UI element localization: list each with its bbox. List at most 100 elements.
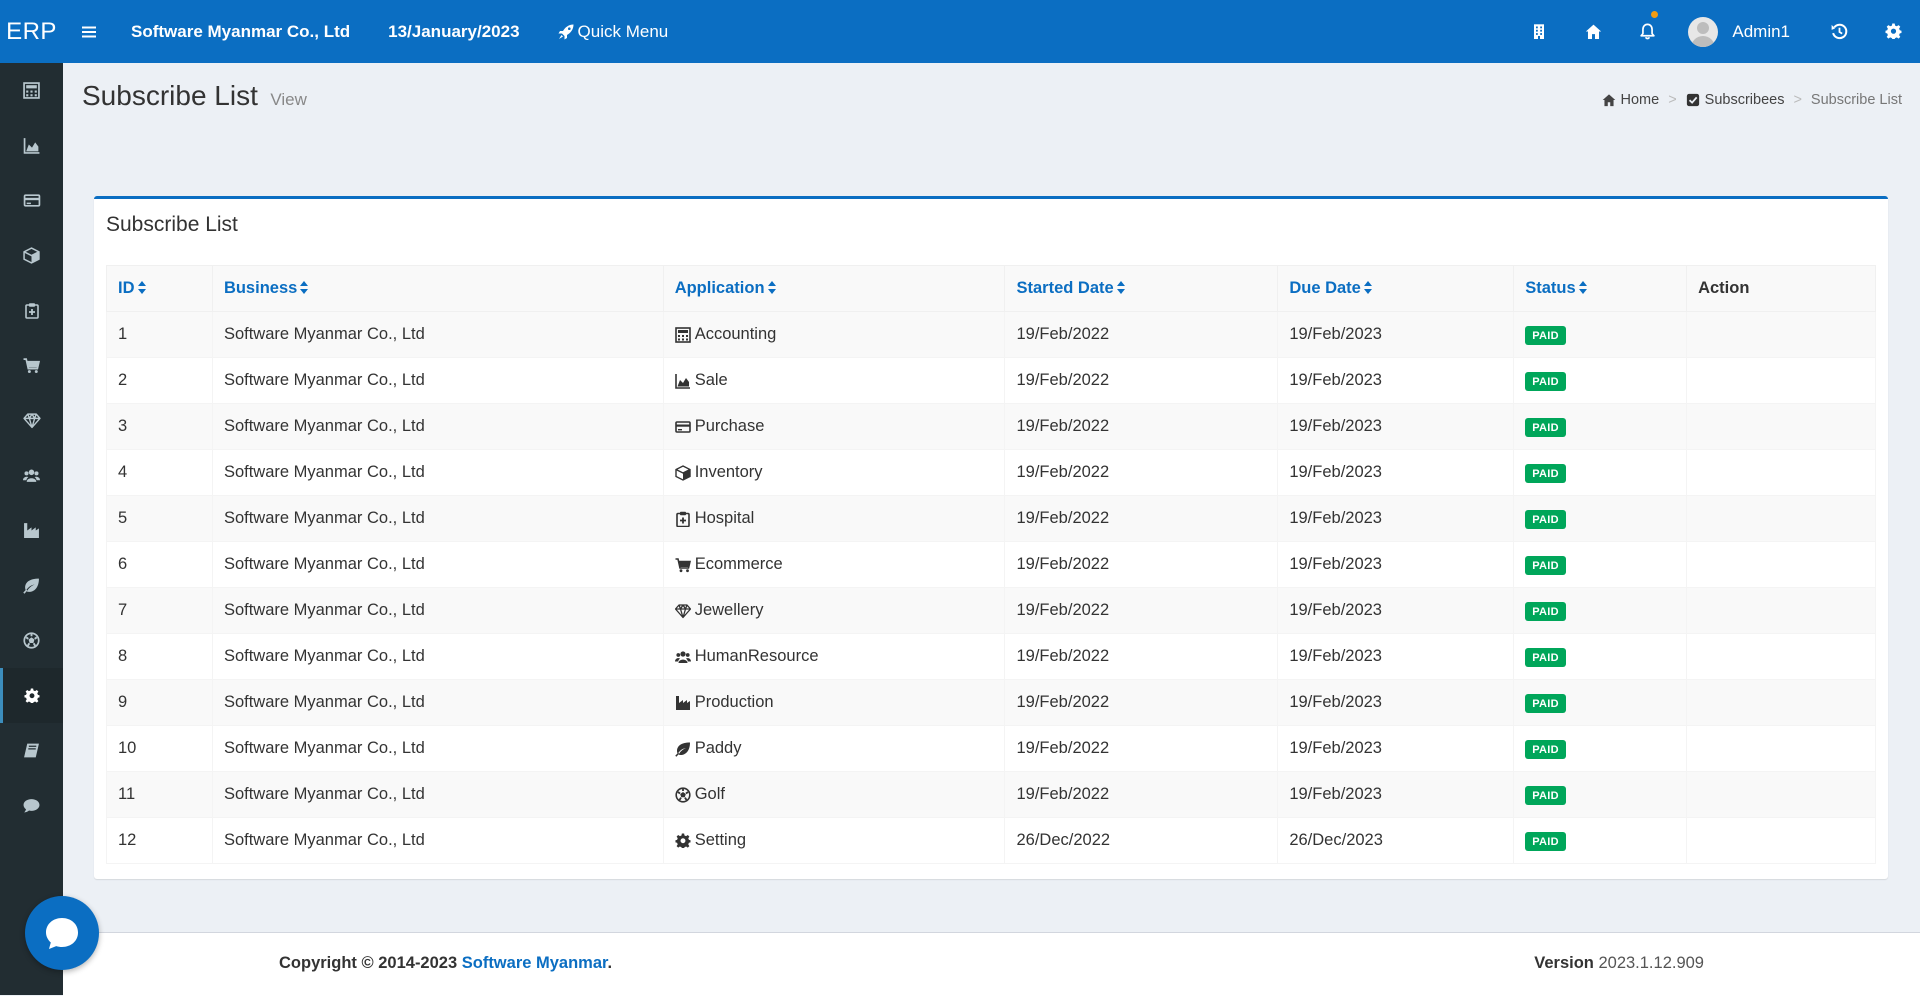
cell-business: Software Myanmar Co., Ltd bbox=[211, 541, 664, 588]
sidebar bbox=[0, 63, 63, 995]
cell-action bbox=[1686, 679, 1876, 726]
box-title: Subscribe List bbox=[106, 213, 238, 236]
status-badge: PAID bbox=[1525, 601, 1566, 621]
sidebar-item-paddy[interactable] bbox=[0, 558, 63, 613]
cell-started-date: 19/Feb/2022 bbox=[1004, 357, 1279, 404]
cell-action bbox=[1686, 633, 1876, 680]
soccer-ball-icon bbox=[23, 632, 40, 649]
cell-started-date: 19/Feb/2022 bbox=[1004, 587, 1279, 634]
sidebar-item-jewellery[interactable] bbox=[0, 393, 63, 448]
gear-icon bbox=[24, 688, 40, 704]
cell-id: 5 bbox=[106, 495, 213, 542]
table-row: 12 Software Myanmar Co., Ltd Setting 26/Dec… bbox=[106, 817, 1876, 864]
sort-icon bbox=[1363, 281, 1373, 294]
cell-id: 1 bbox=[106, 311, 213, 358]
cart-icon bbox=[23, 357, 40, 374]
cell-application: Golf bbox=[662, 771, 1006, 818]
clipboard-icon bbox=[24, 302, 40, 319]
cell-id: 3 bbox=[106, 403, 213, 450]
sidebar-item-hospital[interactable] bbox=[0, 283, 63, 338]
cell-started-date: 19/Feb/2022 bbox=[1004, 725, 1279, 772]
history-icon[interactable] bbox=[1812, 0, 1866, 63]
column-header-business[interactable]: Business bbox=[211, 265, 664, 312]
building-icon[interactable] bbox=[1512, 0, 1566, 63]
user-menu[interactable]: Admin1 bbox=[1674, 0, 1812, 63]
leaf-icon bbox=[23, 577, 40, 594]
cell-status: PAID bbox=[1513, 311, 1688, 358]
cell-application: Paddy bbox=[662, 725, 1006, 772]
sidebar-item-inventory[interactable] bbox=[0, 228, 63, 283]
cell-id: 6 bbox=[106, 541, 213, 588]
chat-bubble-icon bbox=[46, 918, 78, 949]
cell-status: PAID bbox=[1513, 587, 1688, 634]
sidebar-item-setting[interactable] bbox=[0, 668, 63, 723]
application-name: Golf bbox=[694, 785, 725, 803]
application-name: Sale bbox=[694, 371, 728, 389]
book-icon bbox=[23, 742, 40, 759]
industry-icon bbox=[675, 695, 691, 711]
cell-application: Setting bbox=[662, 817, 1006, 864]
cell-id: 7 bbox=[106, 587, 213, 634]
sidebar-item-production[interactable] bbox=[0, 503, 63, 558]
column-header-id[interactable]: ID bbox=[106, 265, 213, 312]
page-title: Subscribe List bbox=[82, 80, 258, 111]
menu-toggle-icon[interactable] bbox=[81, 24, 97, 40]
cell-due-date: 19/Feb/2023 bbox=[1277, 541, 1515, 588]
credit-card-icon bbox=[23, 192, 41, 209]
cell-status: PAID bbox=[1513, 633, 1688, 680]
column-header-application[interactable]: Application bbox=[662, 265, 1006, 312]
cell-id: 12 bbox=[106, 817, 213, 864]
cell-id: 2 bbox=[106, 357, 213, 404]
cell-due-date: 26/Dec/2023 bbox=[1277, 817, 1515, 864]
sidebar-item-golf[interactable] bbox=[0, 613, 63, 668]
cell-due-date: 19/Feb/2023 bbox=[1277, 403, 1515, 450]
breadcrumb-subscribees[interactable]: Subscribees bbox=[1705, 92, 1785, 108]
sidebar-item-ecommerce[interactable] bbox=[0, 338, 63, 393]
sidebar-item-sale[interactable] bbox=[0, 118, 63, 173]
home-icon[interactable] bbox=[1566, 0, 1620, 63]
sidebar-item-purchase[interactable] bbox=[0, 173, 63, 228]
status-badge: PAID bbox=[1525, 785, 1566, 805]
settings-gear-icon[interactable] bbox=[1866, 0, 1920, 63]
table-row: 1 Software Myanmar Co., Ltd Accounting 19/F… bbox=[106, 311, 1876, 358]
footer: Copyright © 2014-2023 Software Myanmar. … bbox=[63, 932, 1920, 996]
column-header-started-date[interactable]: Started Date bbox=[1004, 265, 1279, 312]
breadcrumb: Home > Subscribees > Subscribe List bbox=[1602, 92, 1902, 108]
company-link[interactable]: Software Myanmar bbox=[462, 954, 608, 972]
sidebar-item-comment[interactable] bbox=[0, 778, 63, 833]
column-header-due-date[interactable]: Due Date bbox=[1277, 265, 1515, 312]
column-header-status[interactable]: Status bbox=[1513, 265, 1688, 312]
cell-application: Hospital bbox=[662, 495, 1006, 542]
quick-menu-button[interactable]: Quick Menu bbox=[558, 22, 668, 42]
breadcrumb-home[interactable]: Home bbox=[1621, 92, 1660, 108]
cell-business: Software Myanmar Co., Ltd bbox=[211, 357, 664, 404]
industry-icon bbox=[23, 522, 40, 539]
sidebar-item-book[interactable] bbox=[0, 723, 63, 778]
cell-due-date: 19/Feb/2023 bbox=[1277, 771, 1515, 818]
company-name[interactable]: Software Myanmar Co., Ltd bbox=[131, 22, 350, 42]
notifications-bell-icon[interactable] bbox=[1620, 0, 1674, 63]
cell-action bbox=[1686, 817, 1876, 864]
cart-icon bbox=[675, 557, 691, 573]
application-name: Production bbox=[694, 693, 774, 711]
gear-icon bbox=[675, 833, 691, 849]
sidebar-item-accounting[interactable] bbox=[0, 63, 63, 118]
table-row: 10 Software Myanmar Co., Ltd Paddy 19/Feb/2… bbox=[106, 725, 1876, 772]
app-logo[interactable]: ERP bbox=[0, 0, 63, 63]
application-name: Paddy bbox=[694, 739, 742, 757]
version-number: 2023.1.12.909 bbox=[1598, 954, 1704, 972]
cell-business: Software Myanmar Co., Ltd bbox=[211, 587, 664, 634]
chat-widget-button[interactable] bbox=[25, 896, 99, 970]
cell-application: Purchase bbox=[662, 403, 1006, 450]
cell-started-date: 19/Feb/2022 bbox=[1004, 541, 1279, 588]
status-badge: PAID bbox=[1525, 555, 1566, 575]
cell-due-date: 19/Feb/2023 bbox=[1277, 311, 1515, 358]
cell-status: PAID bbox=[1513, 357, 1688, 404]
column-header-action: Action bbox=[1686, 265, 1876, 312]
application-name: Setting bbox=[694, 831, 747, 849]
home-icon bbox=[1602, 93, 1616, 107]
breadcrumb-separator: > bbox=[1668, 92, 1677, 108]
sidebar-item-human-resource[interactable] bbox=[0, 448, 63, 503]
cell-business: Software Myanmar Co., Ltd bbox=[211, 725, 664, 772]
table-row: 6 Software Myanmar Co., Ltd Ecommerce 19/Fe… bbox=[106, 541, 1876, 588]
